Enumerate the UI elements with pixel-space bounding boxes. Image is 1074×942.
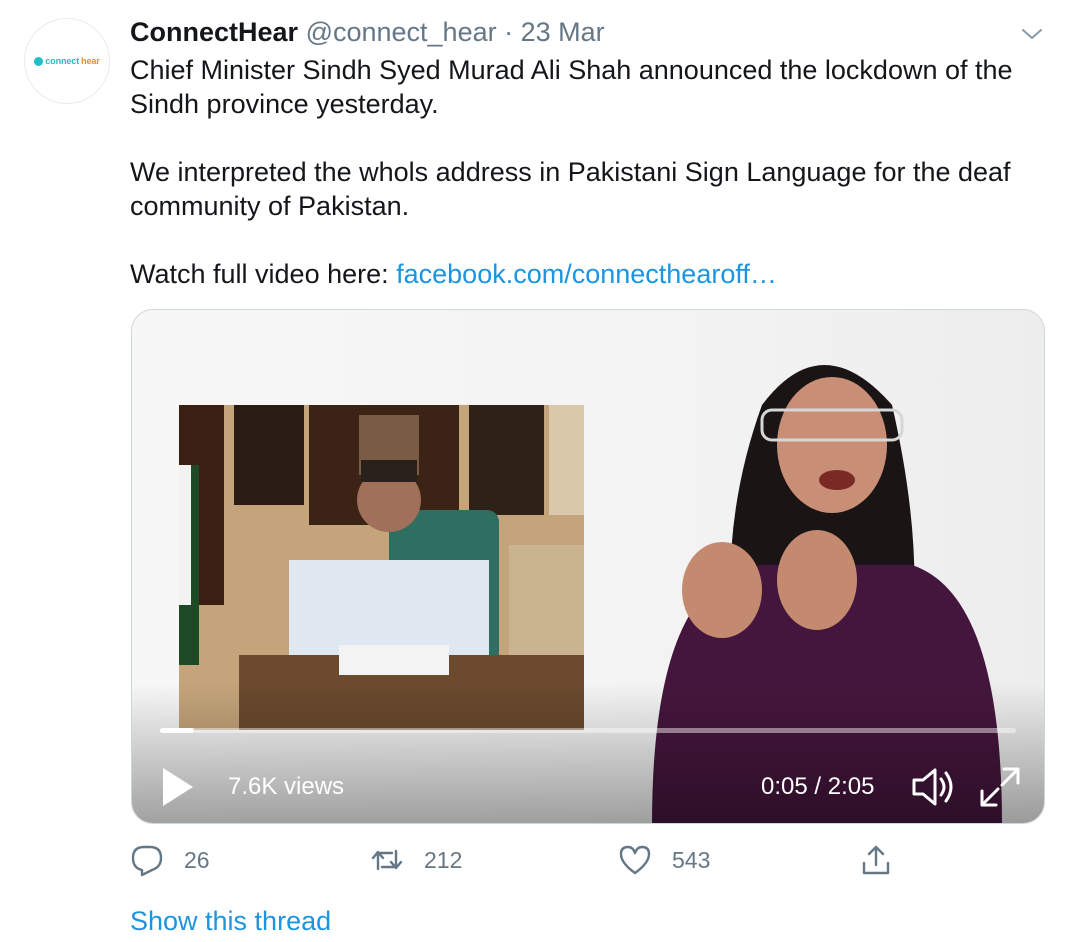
like-button[interactable]: 543 — [618, 843, 710, 877]
tweet-date[interactable]: 23 Mar — [521, 17, 605, 47]
avatar[interactable]: connect hear — [24, 18, 110, 104]
reply-button[interactable]: 26 — [130, 843, 210, 877]
share-button[interactable] — [859, 843, 893, 877]
fullscreen-icon[interactable] — [978, 765, 1022, 809]
logo-text-connect: connect — [45, 56, 80, 66]
retweet-count: 212 — [424, 846, 463, 873]
tweet-actions: 26 212 543 — [130, 843, 930, 883]
play-icon[interactable] — [160, 766, 196, 808]
video-link[interactable]: facebook.com/connecthearoff… — [396, 259, 777, 289]
tweet-paragraph-2: We interpreted the whols address in Paki… — [130, 157, 1011, 221]
connecthear-logo: connect hear — [34, 56, 100, 66]
tweet-paragraph-1: Chief Minister Sindh Syed Murad Ali Shah… — [130, 55, 1013, 119]
video-controls-overlay — [132, 683, 1044, 823]
tweet-header: ConnectHear @connect_hear · 23 Mar — [130, 16, 605, 48]
reply-icon — [131, 845, 163, 877]
view-count: 7.6K views — [228, 773, 345, 800]
logo-mark — [34, 56, 44, 66]
tweet-paragraph-3: Watch full video here: facebook.com/conn… — [130, 257, 1030, 291]
press-conference-image — [179, 405, 584, 730]
video-progress-fill — [160, 728, 195, 733]
like-count: 543 — [672, 846, 711, 873]
tweet-text: Chief Minister Sindh Syed Murad Ali Shah… — [130, 53, 1030, 291]
retweet-button[interactable]: 212 — [370, 843, 462, 877]
header-separator: · — [504, 17, 514, 47]
chevron-down-icon[interactable] — [1020, 22, 1044, 46]
share-icon — [862, 845, 890, 875]
reply-count: 26 — [184, 846, 210, 873]
logo-text-hear: hear — [81, 56, 100, 66]
display-name[interactable]: ConnectHear — [130, 17, 298, 47]
video-progress-bar[interactable] — [160, 728, 1016, 733]
video-player[interactable]: 7.6K views 0:05 / 2:05 — [131, 309, 1045, 824]
video-time: 0:05 / 2:05 — [761, 773, 875, 800]
video-inset-press-conference — [179, 405, 584, 730]
user-handle[interactable]: @connect_hear — [306, 17, 497, 47]
link-intro: Watch full video here: — [130, 259, 397, 289]
retweet-icon — [371, 849, 403, 871]
heart-icon — [619, 845, 651, 875]
volume-icon[interactable] — [910, 765, 958, 809]
show-thread-link[interactable]: Show this thread — [130, 904, 331, 938]
